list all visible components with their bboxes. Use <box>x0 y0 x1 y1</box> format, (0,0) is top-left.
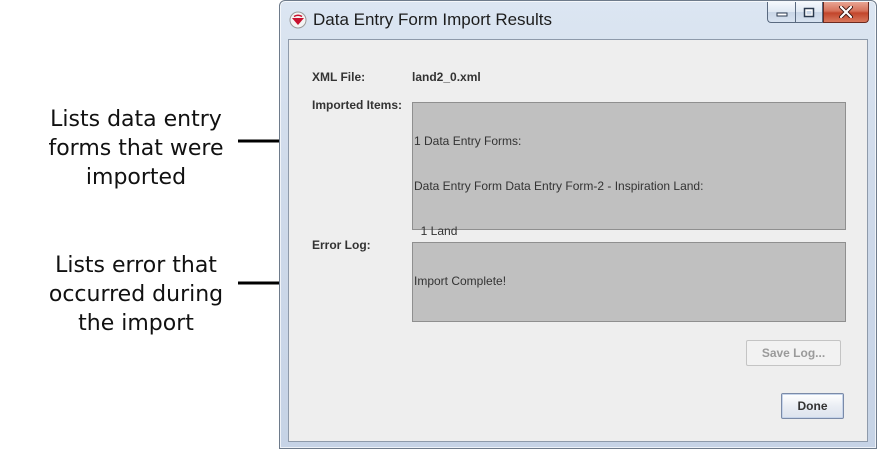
callout-line: forms that were <box>48 136 224 161</box>
maximize-icon <box>803 7 815 17</box>
minimize-button[interactable] <box>767 2 795 23</box>
caption-buttons <box>767 2 869 24</box>
imported-items-line: Data Entry Form Data Entry Form-2 - Insp… <box>414 179 704 193</box>
screenshot-canvas: Lists data entry forms that were importe… <box>0 0 878 450</box>
done-button[interactable]: Done <box>781 393 844 419</box>
callout-line: Lists data entry <box>50 107 222 132</box>
close-icon <box>839 6 853 18</box>
imported-items-textarea[interactable]: 1 Data Entry Forms: Data Entry Form Data… <box>412 102 846 238</box>
dialog-content: XML File: land2_0.xml Imported Items: 1 … <box>288 39 868 442</box>
callout-line: Lists error that <box>55 253 217 278</box>
maximize-button[interactable] <box>795 2 823 23</box>
close-button[interactable] <box>823 2 869 23</box>
minimize-icon <box>776 12 787 17</box>
xml-file-label: XML File: <box>312 70 366 84</box>
callout-line: imported <box>85 165 187 190</box>
imported-items-line: 1 Land <box>414 224 458 238</box>
xml-file-value: land2_0.xml <box>412 70 481 84</box>
title-bar[interactable]: Data Entry Form Import Results <box>280 1 876 39</box>
error-log-line: Import Complete! <box>414 274 507 288</box>
app-logo-icon <box>289 11 307 29</box>
error-log-label: Error Log: <box>312 238 371 252</box>
window-title: Data Entry Form Import Results <box>313 10 553 29</box>
callout-line: the import <box>78 311 194 336</box>
callout-line: occurred during <box>48 282 224 307</box>
save-log-button[interactable]: Save Log... <box>746 340 841 366</box>
imported-items-label: Imported Items: <box>312 98 403 112</box>
imported-items-callout: Lists data entry forms that were importe… <box>16 105 256 192</box>
error-log-textarea[interactable]: Import Complete! <box>412 242 846 322</box>
imported-items-line: 1 Data Entry Forms: <box>414 134 522 148</box>
error-log-callout: Lists error that occurred during the imp… <box>16 251 256 338</box>
import-results-window: Data Entry Form Import Results XML File:… <box>279 0 877 449</box>
